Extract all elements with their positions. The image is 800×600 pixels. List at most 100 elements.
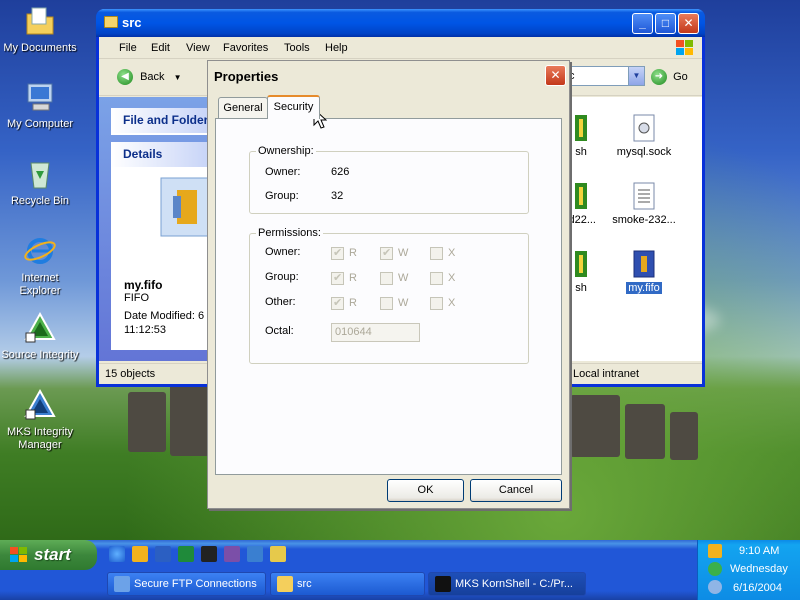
security-tab-panel: Ownership: Owner: 626 Group: 32 Permissi… xyxy=(215,118,562,475)
desktop-icon-recycle-bin[interactable]: Recycle Bin xyxy=(0,157,80,208)
desktop-icon-my-documents[interactable]: My Documents xyxy=(0,4,80,55)
other-write-checkbox[interactable] xyxy=(380,297,393,310)
file-item[interactable]: smoke-232... xyxy=(604,181,684,226)
owner-write-checkbox[interactable]: ✔ xyxy=(380,247,393,260)
quicklaunch-outlook-icon[interactable] xyxy=(132,546,148,562)
status-zone: Local intranet xyxy=(573,368,640,380)
chevron-down-icon: ▼ xyxy=(173,72,182,82)
dialog-close-button[interactable]: ✕ xyxy=(545,65,566,86)
cancel-button[interactable]: Cancel xyxy=(470,479,562,502)
start-button[interactable]: start xyxy=(0,540,97,570)
section-header: File and Folder xyxy=(111,108,211,133)
checkmark-icon: ✔ xyxy=(333,297,343,309)
desktop-icon-mks-integrity-manager[interactable]: MKS Integrity Manager xyxy=(0,388,80,452)
other-read-checkbox[interactable]: ✔ xyxy=(331,297,344,310)
desktop-icon-my-computer[interactable]: My Computer xyxy=(0,80,80,131)
dialog-title: Properties xyxy=(214,69,279,84)
folder-icon xyxy=(277,576,293,592)
group-read-checkbox[interactable]: ✔ xyxy=(331,272,344,285)
task-mks-kornshell[interactable]: MKS KornShell - C:/Pr... xyxy=(428,572,586,596)
perm-other-label: Other: xyxy=(265,296,296,308)
integrity-manager-icon xyxy=(23,388,57,422)
owner-label: Owner: xyxy=(265,166,301,178)
quicklaunch-shell-icon[interactable] xyxy=(201,546,217,562)
folder-documents-icon xyxy=(23,4,57,38)
menu-tools[interactable]: Tools xyxy=(284,42,310,54)
dialog-titlebar[interactable]: Properties ✕ xyxy=(208,61,569,90)
task-secure-ftp[interactable]: Secure FTP Connections xyxy=(107,572,266,596)
menu-bar: File Edit View Favorites Tools Help xyxy=(99,37,702,59)
windows-logo-icon xyxy=(672,39,696,57)
clock-icon[interactable] xyxy=(708,544,722,558)
task-label: src xyxy=(297,578,312,590)
dropdown-arrow-icon[interactable]: ▼ xyxy=(628,67,644,85)
quicklaunch-app-icon[interactable] xyxy=(247,546,263,562)
stone-pillar xyxy=(670,412,698,460)
task-src[interactable]: src xyxy=(270,572,425,596)
shell-icon xyxy=(435,576,451,592)
address-combo[interactable]: c ▼ xyxy=(565,66,645,86)
menu-favorites[interactable]: Favorites xyxy=(223,42,268,54)
ownership-group: Ownership: Owner: 626 Group: 32 xyxy=(249,145,529,214)
details-file-name: my.fifo xyxy=(124,278,163,292)
tab-general[interactable]: General xyxy=(218,97,268,119)
task-label: Secure FTP Connections xyxy=(134,578,257,590)
back-button[interactable]: ◀ Back ▼ xyxy=(117,69,182,85)
desktop-icon-source-integrity[interactable]: Source Integrity xyxy=(0,311,80,362)
stone-pillar xyxy=(570,395,620,457)
other-execute-checkbox[interactable] xyxy=(430,297,443,310)
text-file-icon xyxy=(633,182,655,210)
close-button[interactable]: ✕ xyxy=(678,13,699,34)
menu-view[interactable]: View xyxy=(186,42,210,54)
window-title: src xyxy=(122,15,142,30)
ftp-icon xyxy=(114,576,130,592)
quicklaunch-ie-icon[interactable] xyxy=(109,546,125,562)
section-header[interactable]: Details xyxy=(111,142,211,167)
menu-edit[interactable]: Edit xyxy=(151,42,170,54)
menu-help[interactable]: Help xyxy=(325,42,348,54)
group-execute-checkbox[interactable] xyxy=(430,272,443,285)
script-file-icon xyxy=(575,115,587,141)
user-icon[interactable] xyxy=(708,562,722,576)
menu-file[interactable]: File xyxy=(119,42,137,54)
go-arrow-icon: ➜ xyxy=(651,69,667,85)
maximize-button[interactable]: □ xyxy=(655,13,676,34)
ok-button[interactable]: OK xyxy=(387,479,464,502)
network-icon[interactable] xyxy=(708,580,722,594)
script-file-icon xyxy=(575,183,587,209)
source-integrity-icon xyxy=(23,311,57,345)
go-label: Go xyxy=(673,70,688,83)
task-pane: File and Folder Details my.fifo FIFO Dat… xyxy=(99,97,219,361)
back-arrow-icon: ◀ xyxy=(117,69,133,85)
write-label: W xyxy=(398,297,409,309)
group-write-checkbox[interactable] xyxy=(380,272,393,285)
clock-date: 6/16/2004 xyxy=(733,582,782,594)
owner-execute-checkbox[interactable] xyxy=(430,247,443,260)
desktop-icon-label: Internet Explorer xyxy=(19,272,61,297)
quicklaunch-folder-icon[interactable] xyxy=(270,546,286,562)
file-item[interactable]: mysql.sock xyxy=(604,113,684,158)
desktop-icon-label: Source Integrity xyxy=(1,349,79,361)
file-name: mysql.sock xyxy=(616,146,672,158)
clock-time[interactable]: 9:10 AM xyxy=(739,545,779,557)
desktop-icon-internet-explorer[interactable]: Internet Explorer xyxy=(0,234,80,298)
owner-read-checkbox[interactable]: ✔ xyxy=(331,247,344,260)
quicklaunch-excel-icon[interactable] xyxy=(178,546,194,562)
explorer-titlebar[interactable]: src _ □ ✕ xyxy=(96,9,705,37)
socket-file-icon xyxy=(633,114,655,142)
go-button[interactable]: ➜ Go xyxy=(651,69,688,85)
system-tray: 9:10 AM Wednesday 6/16/2004 xyxy=(697,540,800,600)
quicklaunch-word-icon[interactable] xyxy=(155,546,171,562)
quicklaunch-tool-icon[interactable] xyxy=(224,546,240,562)
minimize-button[interactable]: _ xyxy=(632,13,653,34)
tab-security[interactable]: Security xyxy=(267,95,320,119)
file-item-selected[interactable]: my.fifo xyxy=(604,249,684,294)
octal-field[interactable]: 010644 xyxy=(331,323,420,342)
execute-label: X xyxy=(448,247,456,259)
recycle-bin-icon xyxy=(23,157,57,191)
read-label: R xyxy=(349,247,357,259)
computer-icon xyxy=(23,80,57,114)
perm-owner-label: Owner: xyxy=(265,246,301,258)
file-folder-tasks-section[interactable]: File and Folder xyxy=(111,108,211,135)
checkmark-icon: ✔ xyxy=(333,272,343,284)
